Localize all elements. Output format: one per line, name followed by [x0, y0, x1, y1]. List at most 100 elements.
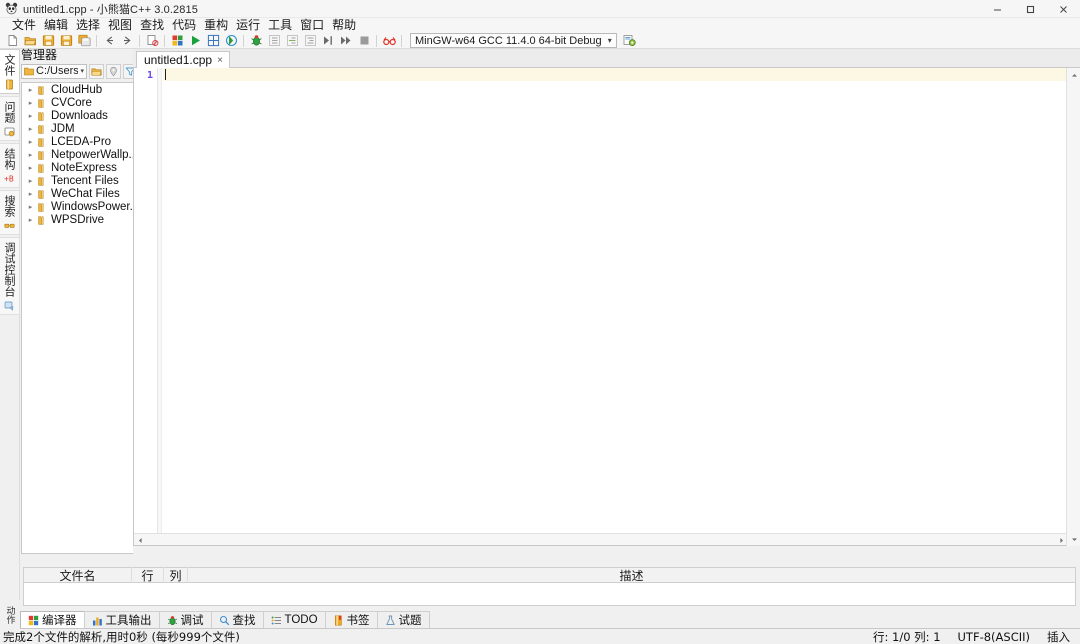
- scroll-left-icon[interactable]: [134, 534, 146, 546]
- status-cursor-position[interactable]: 行: 1/0 列: 1: [873, 629, 941, 644]
- print-icon[interactable]: [144, 33, 160, 49]
- side-tab-structure[interactable]: 结构 +B: [0, 143, 20, 188]
- tree-item-tencent-files[interactable]: ▸ Tencent Files: [22, 174, 145, 187]
- bottom-tab-debug[interactable]: 调试: [158, 611, 212, 628]
- tree-item-cvcore[interactable]: ▸ CVCore: [22, 96, 145, 109]
- forward-icon[interactable]: [119, 33, 135, 49]
- scroll-down-icon[interactable]: [1067, 532, 1080, 546]
- chevron-right-icon[interactable]: ▸: [26, 215, 35, 224]
- chevron-right-icon[interactable]: ▸: [26, 85, 35, 94]
- step-out-icon[interactable]: [302, 33, 318, 49]
- tree-item-netpowerwallpaper[interactable]: ▸ NetpowerWallp...: [22, 148, 145, 161]
- explorer-tree[interactable]: ▸ CloudHub ▸ CVCore ▸ Downloads ▸ JDM ▸: [21, 82, 146, 554]
- code-editor[interactable]: 1: [133, 68, 1080, 546]
- col-filename[interactable]: 文件名: [24, 567, 132, 583]
- rebuild-icon[interactable]: [223, 33, 239, 49]
- editor-tab-untitled1[interactable]: untitled1.cpp ×: [136, 51, 230, 68]
- menu-edit[interactable]: 编辑: [40, 18, 72, 33]
- side-tab-problems[interactable]: 问题: [0, 96, 20, 141]
- glasses-icon[interactable]: [381, 33, 397, 49]
- menu-run[interactable]: 运行: [232, 18, 264, 33]
- status-right-group: 行: 1/0 列: 1 UTF-8(ASCII) 插入: [873, 629, 1080, 644]
- menu-refactor[interactable]: 重构: [200, 18, 232, 33]
- close-icon[interactable]: ×: [217, 55, 223, 66]
- toolbar: MinGW-w64 GCC 11.4.0 64-bit Debug ▾: [0, 33, 1080, 49]
- locate-icon[interactable]: [106, 63, 121, 79]
- side-tab-search[interactable]: 搜索: [0, 190, 20, 235]
- bottom-tab-problems-set[interactable]: 试题: [376, 611, 430, 628]
- menu-code[interactable]: 代码: [168, 18, 200, 33]
- side-tab-files[interactable]: 文件: [0, 49, 20, 94]
- save-icon[interactable]: [40, 33, 56, 49]
- new-file-icon[interactable]: [4, 33, 20, 49]
- chevron-right-icon[interactable]: ▸: [26, 150, 35, 159]
- col-column[interactable]: 列: [164, 567, 188, 583]
- open-file-icon[interactable]: [22, 33, 38, 49]
- bottom-tab-label: 编译器: [42, 615, 77, 627]
- bottom-tab-bookmarks[interactable]: 书签: [324, 611, 378, 628]
- menu-find[interactable]: 查找: [136, 18, 168, 33]
- chevron-right-icon[interactable]: ▸: [26, 137, 35, 146]
- chevron-right-icon[interactable]: ▸: [26, 98, 35, 107]
- structure-icon: +B: [4, 172, 16, 184]
- chevron-right-icon[interactable]: ▸: [26, 202, 35, 211]
- tree-item-wpsdrive[interactable]: ▸ WPSDrive: [22, 213, 145, 226]
- chevron-right-icon[interactable]: ▸: [26, 111, 35, 120]
- editor-horizontal-scrollbar[interactable]: [134, 533, 1080, 545]
- continue-icon[interactable]: [338, 33, 354, 49]
- bottom-tab-todo[interactable]: TODO: [262, 611, 326, 628]
- status-encoding[interactable]: UTF-8(ASCII): [958, 630, 1030, 644]
- chevron-right-icon[interactable]: ▸: [26, 176, 35, 185]
- tree-item-lceda-pro[interactable]: ▸ LCEDA-Pro: [22, 135, 145, 148]
- scroll-up-icon[interactable]: [1067, 68, 1080, 82]
- tree-item-wechat-files[interactable]: ▸ WeChat Files: [22, 187, 145, 200]
- tree-item-cloudhub[interactable]: ▸ CloudHub: [22, 83, 145, 96]
- menu-tools[interactable]: 工具: [264, 18, 296, 33]
- compiler-options-icon[interactable]: [622, 33, 638, 49]
- tree-item-downloads[interactable]: ▸ Downloads: [22, 109, 145, 122]
- bottom-tab-find[interactable]: 查找: [210, 611, 264, 628]
- menu-select[interactable]: 选择: [72, 18, 104, 33]
- col-description[interactable]: 描述: [188, 567, 1075, 583]
- close-button[interactable]: [1047, 0, 1080, 18]
- col-line[interactable]: 行: [132, 567, 164, 583]
- menu-help[interactable]: 帮助: [328, 18, 360, 33]
- text-caret: [165, 69, 166, 80]
- bottom-side-label[interactable]: 动作: [0, 600, 20, 630]
- chevron-right-icon[interactable]: ▸: [26, 163, 35, 172]
- title-bar: untitled1.cpp - 小熊猫C++ 3.0.2815: [0, 0, 1080, 18]
- chevron-right-icon[interactable]: ▸: [26, 189, 35, 198]
- path-combo[interactable]: C:/Users ▾: [21, 63, 87, 79]
- compiler-set-combo[interactable]: MinGW-w64 GCC 11.4.0 64-bit Debug ▾: [410, 33, 617, 48]
- menu-view[interactable]: 视图: [104, 18, 136, 33]
- step-into-icon[interactable]: [284, 33, 300, 49]
- marker-column[interactable]: [158, 68, 162, 545]
- run-icon[interactable]: [187, 33, 203, 49]
- stop-icon[interactable]: [356, 33, 372, 49]
- tree-item-noteexpress[interactable]: ▸ NoteExpress: [22, 161, 145, 174]
- save-as-icon[interactable]: [76, 33, 92, 49]
- bottom-tab-tool-output[interactable]: 工具输出: [83, 611, 160, 628]
- menu-file[interactable]: 文件: [8, 18, 40, 33]
- debug-icon[interactable]: [248, 33, 264, 49]
- open-folder-icon[interactable]: [89, 63, 104, 79]
- chevron-right-icon[interactable]: ▸: [26, 124, 35, 133]
- step-over-icon[interactable]: [266, 33, 282, 49]
- save-all-icon[interactable]: [58, 33, 74, 49]
- results-body[interactable]: [23, 583, 1076, 606]
- status-insert-mode[interactable]: 插入: [1047, 629, 1070, 644]
- run-to-cursor-icon[interactable]: [320, 33, 336, 49]
- compile-run-icon[interactable]: [205, 33, 221, 49]
- menu-window[interactable]: 窗口: [296, 18, 328, 33]
- editor-vertical-scrollbar[interactable]: [1066, 68, 1080, 546]
- tree-item-label: NoteExpress: [51, 161, 117, 174]
- back-icon[interactable]: [101, 33, 117, 49]
- tree-item-jdm[interactable]: ▸ JDM: [22, 122, 145, 135]
- bottom-tab-compiler[interactable]: 编译器: [20, 611, 85, 628]
- maximize-button[interactable]: [1014, 0, 1047, 18]
- minimize-button[interactable]: [981, 0, 1014, 18]
- tree-item-windowspowertoys[interactable]: ▸ WindowsPower...: [22, 200, 145, 213]
- chevron-down-icon: ▾: [80, 68, 84, 75]
- compile-icon[interactable]: [169, 33, 185, 49]
- side-tab-debug-console[interactable]: 调试控制台: [0, 237, 20, 315]
